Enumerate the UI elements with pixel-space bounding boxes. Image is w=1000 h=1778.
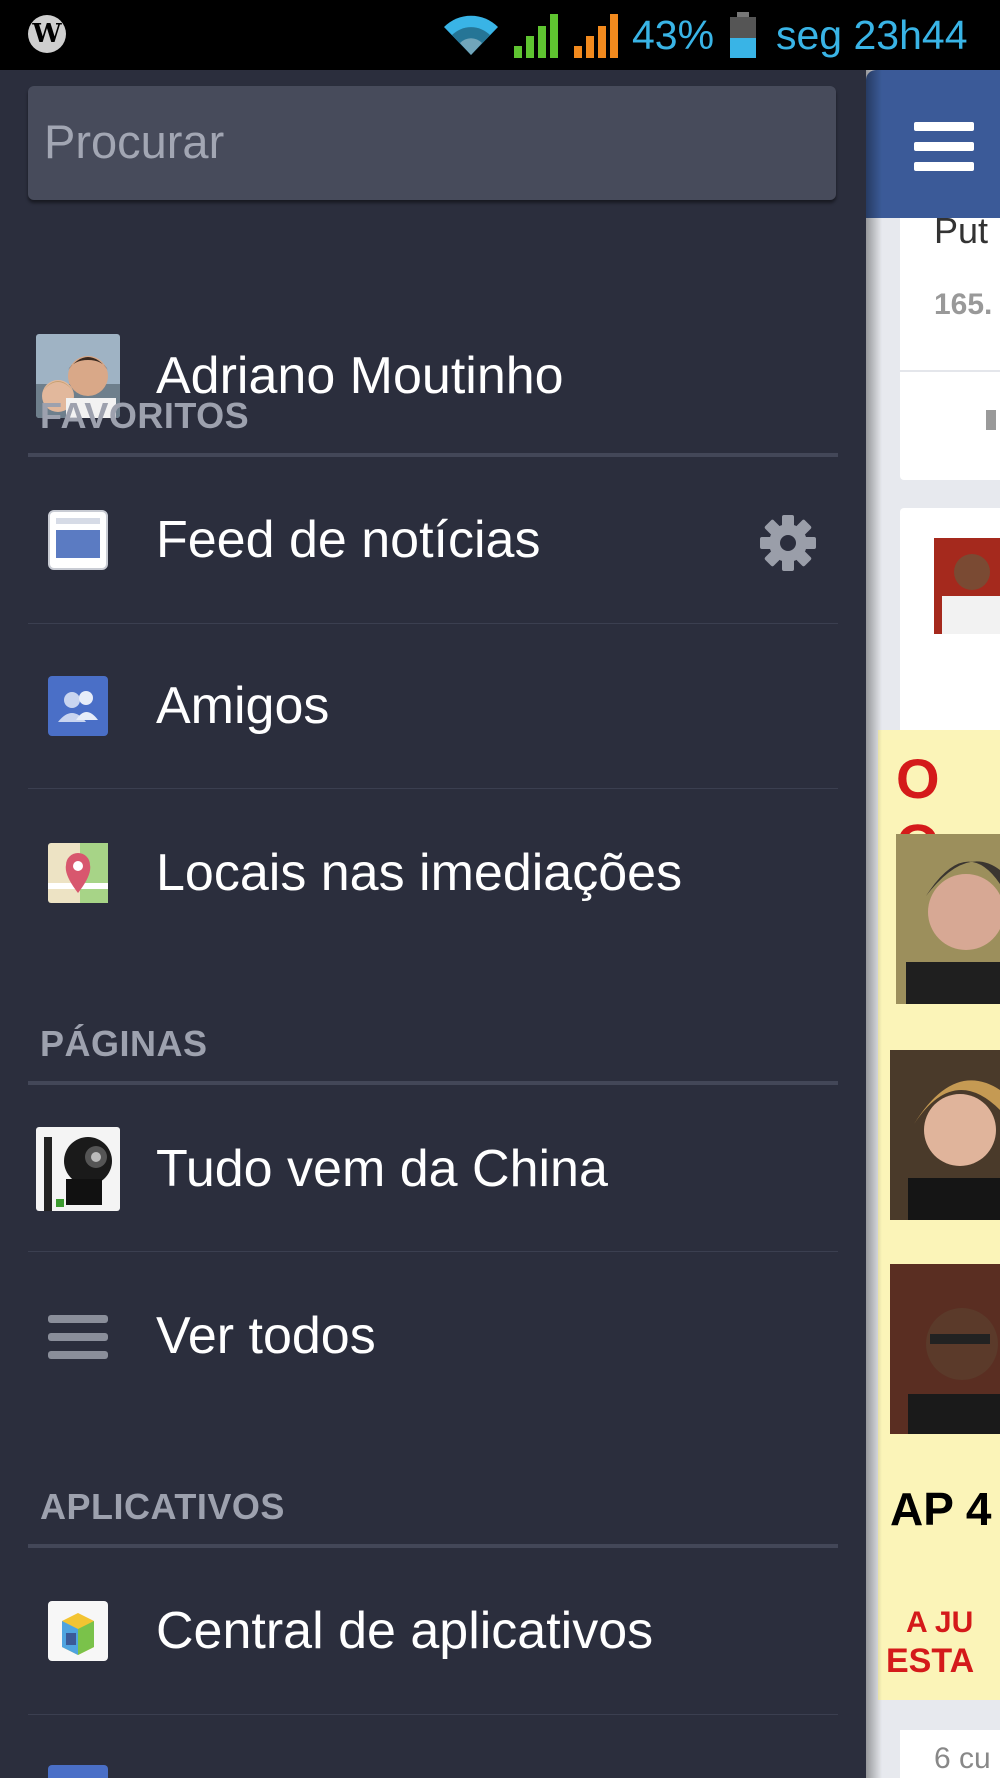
menu-item-label: Locais nas imediações bbox=[156, 844, 683, 902]
search-box[interactable]: Procurar bbox=[28, 86, 840, 202]
menu-item-partial[interactable] bbox=[28, 1715, 838, 1778]
card-divider bbox=[900, 370, 1000, 372]
menu-item-nearby-places[interactable]: Locais nas imediações bbox=[28, 789, 838, 955]
menu-item-label: Tudo vem da China bbox=[156, 1140, 608, 1198]
friends-icon bbox=[48, 676, 108, 736]
signal-icon bbox=[514, 14, 558, 58]
poster-caption: A JU bbox=[906, 1606, 974, 1639]
section-title-pages: PÁGINAS bbox=[40, 1023, 208, 1064]
menu-item-label: Central de aplicativos bbox=[156, 1602, 654, 1660]
poster-photo bbox=[896, 834, 1000, 1004]
drawer-shadow bbox=[866, 70, 882, 1778]
battery-percentage: 43% bbox=[632, 12, 715, 58]
post-image[interactable]: O Q AP 4 A JU ESTA bbox=[878, 730, 1000, 1700]
map-pin-icon bbox=[48, 843, 108, 903]
profile-row[interactable]: Adriano Moutinho bbox=[28, 250, 838, 418]
menu-item-see-all[interactable]: Ver todos bbox=[28, 1252, 838, 1418]
poster-caption: ESTA bbox=[886, 1642, 975, 1680]
comment-count: 6 cu bbox=[934, 1742, 991, 1775]
section-title-favorites: FAVORITOS bbox=[40, 395, 250, 436]
search-input[interactable] bbox=[28, 86, 840, 202]
poster-photo bbox=[890, 1264, 1000, 1434]
news-feed-icon bbox=[48, 510, 108, 570]
menu-item-label: Ver todos bbox=[156, 1307, 376, 1365]
wordpress-icon: W bbox=[28, 15, 66, 53]
poster-photo bbox=[890, 1050, 1000, 1220]
clock: seg 23h44 bbox=[776, 12, 968, 58]
page-thumbnail bbox=[36, 1127, 120, 1211]
partial-item-icon bbox=[48, 1765, 108, 1778]
card-action bbox=[986, 410, 996, 430]
menu-item-label: Feed de notícias bbox=[156, 511, 541, 569]
gear-icon[interactable] bbox=[758, 513, 818, 573]
list-icon bbox=[48, 1315, 108, 1359]
poster-ap: AP 4 bbox=[890, 1483, 992, 1535]
menu-item-friends[interactable]: Amigos bbox=[28, 624, 838, 788]
menu-item-label: Amigos bbox=[156, 677, 330, 735]
main-content-peek[interactable]: Put 165. O Q AP 4 A JU ESTA bbox=[866, 70, 1000, 1778]
top-bar bbox=[866, 70, 1000, 218]
status-bar: W 43% seg 23h44 bbox=[0, 0, 1000, 70]
section-title-apps: APLICATIVOS bbox=[40, 1486, 285, 1527]
wifi-icon bbox=[444, 15, 498, 55]
signal-icon bbox=[574, 14, 618, 58]
poster-avatar bbox=[934, 538, 1000, 634]
menu-item-news-feed[interactable]: Feed de notícias bbox=[28, 457, 838, 623]
menu-icon[interactable] bbox=[914, 122, 974, 172]
navigation-drawer: Procurar Adriano Moutinho FAVORITOS Feed… bbox=[0, 70, 866, 1778]
menu-item-app-center[interactable]: Central de aplicativos bbox=[28, 1548, 838, 1714]
battery-icon bbox=[730, 12, 756, 58]
app-center-icon bbox=[48, 1601, 108, 1661]
card-count: 165. bbox=[934, 288, 993, 321]
